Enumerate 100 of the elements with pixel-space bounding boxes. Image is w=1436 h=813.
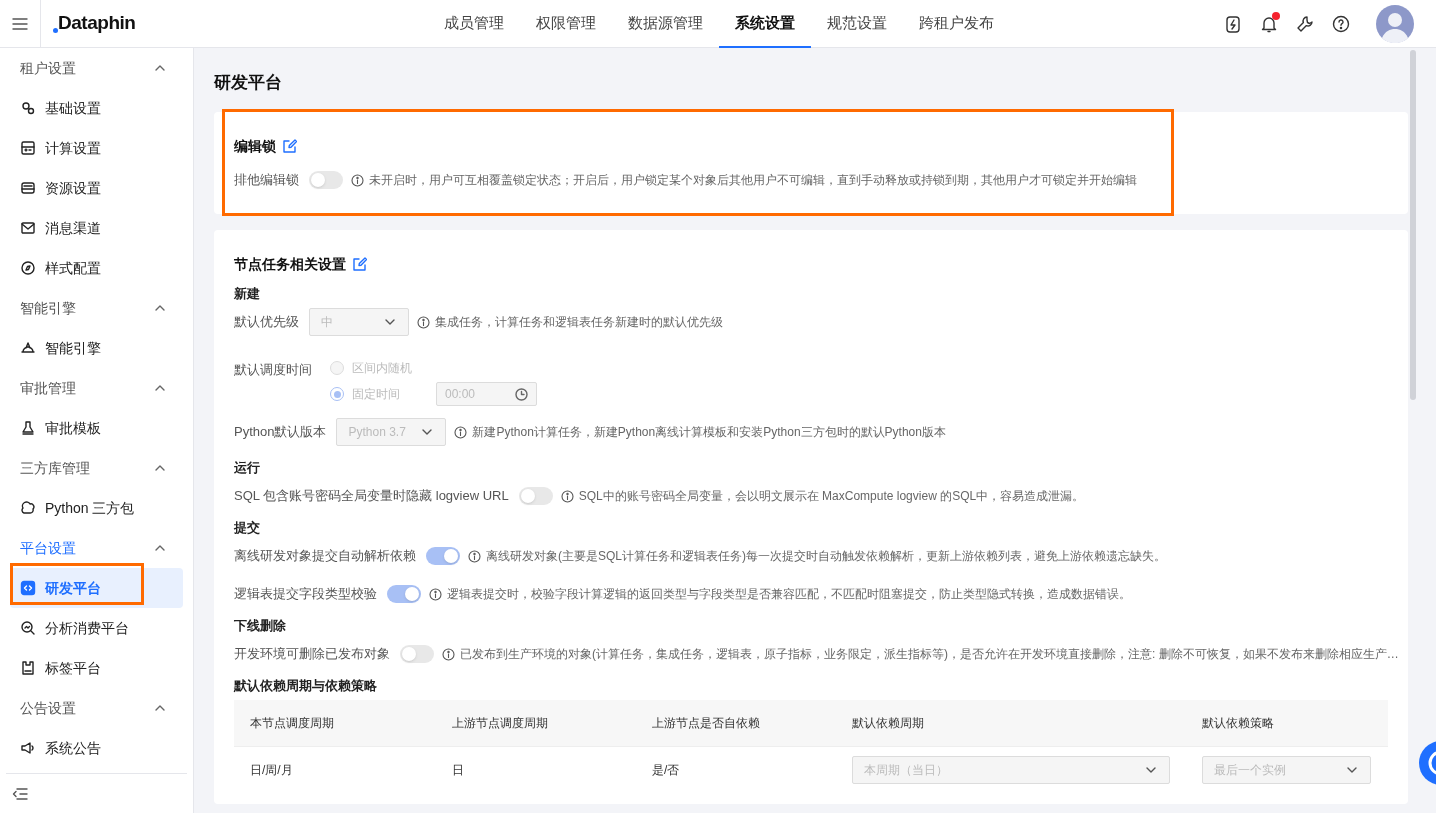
- sidebar-item-label: 标签平台: [45, 658, 101, 678]
- column-header: 上游节点调度周期: [452, 715, 549, 732]
- setting-label: 离线研发对象提交自动解析依赖: [234, 547, 416, 566]
- notification-icon[interactable]: [1260, 14, 1278, 33]
- menu-item-icon: [20, 620, 36, 636]
- edit-icon[interactable]: [283, 139, 297, 153]
- table-cell-text: 是/否: [652, 761, 681, 779]
- column-header: 上游节点是否自依赖: [652, 715, 761, 732]
- toggle-switch[interactable]: [400, 645, 434, 663]
- toggle-switch[interactable]: [518, 487, 553, 505]
- sidebar-item[interactable]: 基础设置: [10, 88, 183, 128]
- sidebar-item-label: 智能引擎: [45, 338, 101, 358]
- help-icon[interactable]: [1332, 14, 1350, 33]
- sidebar-group-label[interactable]: 三方库管理: [20, 457, 90, 479]
- setting-label: SQL 包含账号密码全局变量时隐藏 logview URL: [234, 487, 509, 506]
- sidebar-item-label: 消息渠道: [45, 218, 101, 238]
- sidebar-item-label: 审批模板: [45, 418, 101, 438]
- sidebar-item-label: 基础设置: [45, 98, 101, 118]
- menu-item-icon: [20, 340, 36, 356]
- info-icon: [351, 173, 364, 187]
- sidebar-item-label: 计算设置: [45, 138, 101, 158]
- sidebar-item-label: 样式配置: [45, 258, 101, 278]
- sidebar-group-label[interactable]: 平台设置: [20, 537, 76, 559]
- sidebar-item-label: 系统公告: [45, 738, 101, 758]
- setting-label: 排他编辑锁: [234, 171, 299, 190]
- sidebar-group-label[interactable]: 公告设置: [20, 697, 76, 719]
- info-icon: [468, 549, 481, 563]
- menu-item-icon: [20, 500, 36, 516]
- card-title: 节点任务相关设置: [234, 254, 346, 274]
- nav-tab[interactable]: 规范设置: [811, 0, 903, 48]
- sidebar-item[interactable]: 标签平台: [10, 648, 183, 688]
- section-heading: 运行: [234, 459, 261, 477]
- hint-text: 逻辑表提交时，校验字段计算逻辑的返回类型与字段类型是否兼容匹配，不匹配时阻塞提交，防止类型隐式转换，造成数据错误。: [447, 586, 1131, 603]
- nav-tab[interactable]: 系统设置: [719, 0, 811, 48]
- setting-label: 逻辑表提交字段类型校验: [234, 585, 377, 604]
- info-icon: [429, 587, 442, 601]
- card-title: 编辑锁: [234, 136, 276, 156]
- sidebar-group-label[interactable]: 智能引擎: [20, 297, 76, 319]
- code-icon: [20, 580, 36, 596]
- scrollbar-thumb[interactable]: [1410, 50, 1416, 400]
- table-cell-text: 日: [452, 761, 465, 779]
- sidebar-item[interactable]: 样式配置: [10, 248, 183, 288]
- sidebar-item-label: 资源设置: [45, 178, 101, 198]
- column-header: 本节点调度周期: [250, 715, 335, 732]
- sidebar-item[interactable]: 资源设置: [10, 168, 183, 208]
- floating-assistant-icon[interactable]: [1418, 740, 1436, 786]
- sidebar-item[interactable]: 消息渠道: [10, 208, 183, 248]
- sidebar-item-label: 研发平台: [45, 578, 101, 598]
- menu-item-icon: [20, 180, 36, 196]
- wrench-icon[interactable]: [1296, 14, 1314, 33]
- hint-text: 新建Python计算任务，新建Python离线计算模板和安装Python三方包时的默认Python版本: [472, 424, 946, 441]
- menu-item-icon: [20, 260, 36, 276]
- info-icon: [417, 315, 430, 329]
- sidebar-item-label: 分析消费平台: [45, 618, 129, 638]
- toggle-switch[interactable]: [309, 171, 343, 189]
- hint-text: 集成任务，计算任务和逻辑表任务新建时的默认优先级: [435, 314, 723, 331]
- column-header: 默认依赖策略: [1202, 715, 1275, 732]
- hint-text: 已发布到生产环境的对象(计算任务，集成任务，逻辑表，原子指标，业务限定，派生指标等)，是否允许在开发环境直接删除，注意: 删除不可恢复，如果不发布来删除相应生产…: [460, 646, 1399, 663]
- nav-tab[interactable]: 数据源管理: [612, 0, 719, 48]
- section-heading: 提交: [234, 519, 261, 537]
- section-heading: 下线删除: [234, 617, 287, 635]
- nav-tab[interactable]: 权限管理: [520, 0, 612, 48]
- sidebar-item-label: Python 三方包: [45, 498, 135, 518]
- lightning-icon[interactable]: [1224, 14, 1242, 33]
- sidebar-item[interactable]: 审批模板: [10, 408, 183, 448]
- nav-tab[interactable]: 跨租户发布: [903, 0, 1010, 48]
- menu-item-icon: [20, 420, 36, 436]
- info-icon: [442, 647, 455, 661]
- setting-label: 开发环境可删除已发布对象: [234, 645, 390, 664]
- sidebar-item[interactable]: 计算设置: [10, 128, 183, 168]
- sidebar-item[interactable]: 系统公告: [10, 728, 183, 768]
- toggle-switch[interactable]: [387, 585, 421, 603]
- brand-name: Dataphin: [58, 11, 136, 36]
- setting-label: 默认优先级: [234, 313, 299, 332]
- toggle-switch[interactable]: [426, 547, 460, 565]
- avatar-icon[interactable]: [1376, 4, 1414, 43]
- info-icon: [560, 489, 574, 503]
- sidebar-item[interactable]: 智能引擎: [10, 328, 183, 368]
- menu-item-icon: [20, 220, 36, 236]
- collapse-sidebar-icon[interactable]: [12, 786, 28, 801]
- section-heading: 默认依赖周期与依赖策略: [234, 677, 378, 695]
- sidebar-group-label[interactable]: 租户设置: [20, 57, 76, 79]
- hint-text: SQL中的账号密码全局变量，会以明文展示在 MaxCompute logview 的SQL中，容易造成泄漏。: [578, 488, 1085, 505]
- column-header: 默认依赖周期: [852, 715, 925, 732]
- sidebar-group-label[interactable]: 审批管理: [20, 377, 76, 399]
- setting-label: Python默认版本: [234, 423, 327, 442]
- nav-tab[interactable]: 成员管理: [428, 0, 520, 48]
- menu-item-icon: [20, 140, 36, 156]
- table-cell-text: 日/周/月: [250, 761, 294, 779]
- logo-dot-icon: [53, 27, 58, 33]
- page-title: 研发平台: [214, 73, 283, 93]
- info-icon: [454, 425, 468, 439]
- section-heading: 新建: [234, 285, 261, 303]
- sidebar-item[interactable]: Python 三方包: [10, 488, 183, 528]
- menu-item-icon: [20, 100, 36, 116]
- hint-text: 离线研发对象(主要是SQL计算任务和逻辑表任务)每一次提交时自动触发依赖解析，更新上游依赖列表，避免上游依赖遗忘缺失。: [486, 548, 1166, 565]
- edit-icon[interactable]: [353, 257, 367, 271]
- menu-item-icon: [20, 660, 36, 676]
- hint-text: 未开启时，用户可互相覆盖锁定状态；开启后，用户锁定某个对象后其他用户不可编辑，直到手动释放或持锁到期，其他用户才可锁定并开始编辑: [369, 172, 1137, 189]
- sidebar-item[interactable]: 分析消费平台: [10, 608, 183, 648]
